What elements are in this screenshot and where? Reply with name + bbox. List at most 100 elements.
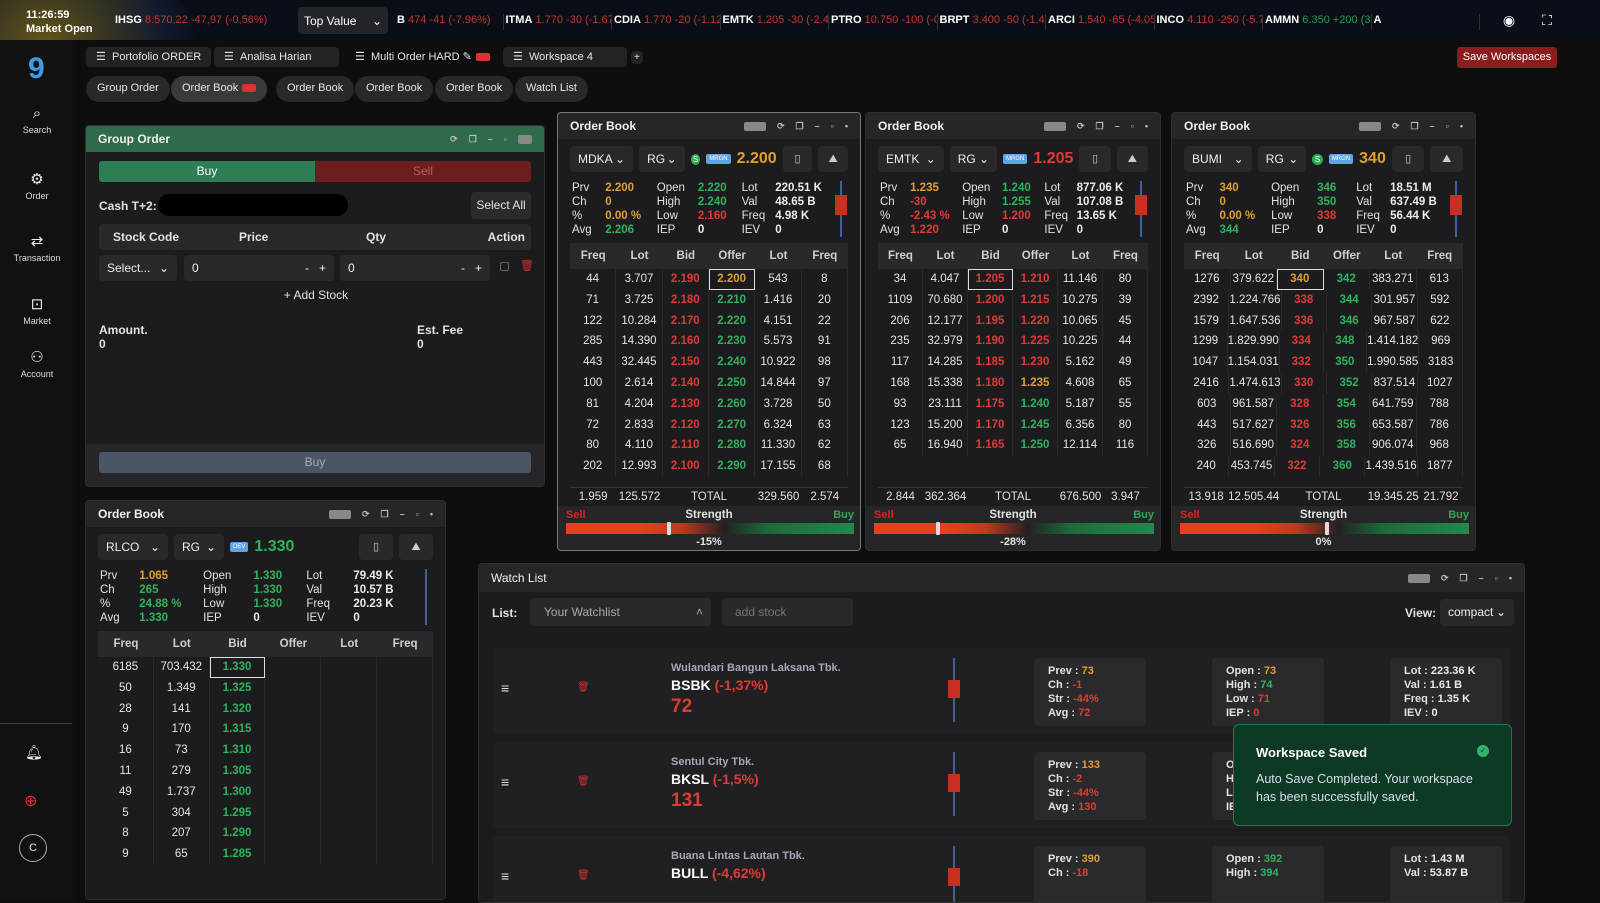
offer-price[interactable]: [265, 823, 322, 845]
ticker-item[interactable]: ITMA 1.770 -30 (-1.67%: [506, 14, 612, 30]
document-icon[interactable]: ▯: [359, 534, 393, 560]
bid-price[interactable]: 2.170: [663, 310, 709, 332]
bid-price[interactable]: 1.190: [968, 331, 1013, 353]
minimize-icon[interactable]: –: [1479, 573, 1484, 583]
drag-handle-icon[interactable]: ≡: [501, 774, 509, 790]
bid-price[interactable]: 2.100: [663, 456, 709, 477]
table-row[interactable]: 285 14.390 2.160 2.230 5.573 91: [570, 331, 848, 353]
bid-price[interactable]: 1.185: [968, 352, 1013, 373]
offer-price[interactable]: 344: [1327, 289, 1373, 311]
link-icon[interactable]: [1359, 121, 1381, 131]
offer-price[interactable]: 1.225: [1013, 331, 1058, 353]
add-stock-input[interactable]: [722, 598, 853, 626]
close-icon[interactable]: •: [1145, 121, 1148, 131]
bid-price[interactable]: 332: [1280, 352, 1324, 373]
table-row[interactable]: 122 10.284 2.170 2.220 4.151 22: [570, 310, 848, 332]
table-row[interactable]: 28 141 1.320: [98, 698, 433, 720]
bid-price[interactable]: 338: [1282, 289, 1327, 311]
board-select[interactable]: RG ⌄: [1257, 146, 1307, 172]
bid-price[interactable]: 326: [1277, 414, 1324, 436]
sell-tab[interactable]: Sell: [315, 161, 531, 182]
ticker-item[interactable]: INCO 4.110 -250 (-5.73: [1157, 14, 1263, 30]
workspace-tab-1[interactable]: ☰ Portofolio ORDER: [86, 47, 211, 67]
maximize-icon[interactable]: ▫: [1495, 573, 1498, 583]
watchlist-item[interactable]: ≡ 🗑︎ Buana Lintas Lautan Tbk. BULL (-4,62…: [493, 836, 1510, 902]
add-stock-button[interactable]: + Add Stock: [86, 288, 544, 302]
panel-header[interactable]: Order Book ⟳ ❐ – ▫ •: [1172, 113, 1475, 139]
bid-price[interactable]: 340: [1277, 269, 1324, 290]
link-icon[interactable]: [1408, 573, 1430, 583]
buy-tab[interactable]: Buy: [99, 161, 315, 182]
bid-price[interactable]: 2.160: [663, 331, 709, 353]
offer-price[interactable]: 1.210: [1013, 269, 1058, 290]
table-row[interactable]: 206 12.177 1.195 1.220 10.065 45: [878, 310, 1148, 332]
table-row[interactable]: 202 12.993 2.100 2.290 17.155 68: [570, 456, 848, 477]
table-row[interactable]: 34 4.047 1.205 1.210 11.146 80: [878, 269, 1148, 290]
ticker-item[interactable]: BRPT 3.400 -50 (-1.45%: [940, 14, 1046, 30]
table-row[interactable]: 326 516.690 324 358 906.074 968: [1184, 435, 1463, 457]
table-row[interactable]: 123 15.200 1.170 1.245 6.356 80: [878, 414, 1148, 436]
popout-icon[interactable]: ❐: [469, 134, 477, 145]
table-row[interactable]: 44 3.707 2.190 2.200 543 8: [570, 269, 848, 290]
stock-code-select[interactable]: Select... ⌄: [99, 255, 177, 281]
widget-tab[interactable]: Watch List: [515, 76, 588, 102]
offer-price[interactable]: [265, 844, 322, 865]
offer-price[interactable]: 2.240: [709, 352, 756, 373]
popout-icon[interactable]: ❐: [796, 121, 804, 132]
bid-price[interactable]: 2.120: [663, 414, 709, 436]
table-row[interactable]: 1299 1.829.990 334 348 1.414.182 969: [1184, 331, 1463, 353]
close-tab-icon[interactable]: [475, 53, 490, 62]
sidebar-item-search[interactable]: ⌕ Search: [0, 105, 74, 135]
ticker-item[interactable]: ARCI 1.540 -65 (-4.05%: [1048, 14, 1155, 30]
table-row[interactable]: 9 170 1.315: [98, 719, 433, 741]
bid-price[interactable]: 1.290: [210, 823, 266, 845]
offer-price[interactable]: [265, 781, 322, 803]
offer-price[interactable]: 1.230: [1013, 352, 1058, 373]
watchlist-item[interactable]: ≡ 🗑︎ Wulandari Bangun Laksana Tbk. BSBK (…: [493, 648, 1510, 734]
offer-price[interactable]: 346: [1327, 310, 1373, 332]
offer-price[interactable]: 360: [1320, 456, 1366, 477]
offer-price[interactable]: 2.260: [709, 393, 756, 415]
bid-price[interactable]: 1.310: [210, 740, 266, 761]
workspace-tab-4[interactable]: ☰ Workspace 4: [503, 47, 627, 67]
table-row[interactable]: 168 15.338 1.180 1.235 4.608 65: [878, 372, 1148, 394]
offer-price[interactable]: [265, 677, 322, 699]
table-row[interactable]: 49 1.737 1.300: [98, 781, 433, 803]
bid-price[interactable]: 1.295: [210, 802, 266, 824]
add-workspace-button[interactable]: +: [631, 51, 643, 64]
offer-price[interactable]: 2.280: [709, 435, 756, 457]
table-row[interactable]: 117 14.285 1.185 1.230 5.162 49: [878, 352, 1148, 373]
bid-price[interactable]: 1.320: [210, 698, 266, 720]
stock-code-select[interactable]: EMTK ⌄: [878, 146, 944, 172]
sidebar-item-account[interactable]: ⚇ Account: [0, 348, 74, 379]
ticker-item[interactable]: B 474 -41 (-7.96%): [397, 14, 504, 30]
bid-price[interactable]: 2.140: [663, 372, 709, 394]
bid-price[interactable]: 334: [1280, 331, 1324, 353]
table-row[interactable]: 11 279 1.305: [98, 760, 433, 782]
bid-price[interactable]: 2.150: [663, 352, 709, 373]
bid-price[interactable]: 1.170: [968, 414, 1013, 436]
offer-price[interactable]: 1.250: [1013, 435, 1058, 457]
chart-icon[interactable]: ⛰: [1116, 146, 1148, 172]
widget-tab[interactable]: Group Order: [86, 76, 170, 102]
ticker-item[interactable]: A: [1374, 14, 1480, 30]
refresh-icon[interactable]: ⟳: [1077, 121, 1085, 132]
offer-price[interactable]: 2.270: [709, 414, 756, 436]
maximize-icon[interactable]: ▫: [1446, 121, 1449, 131]
chart-icon[interactable]: ⛰: [1430, 146, 1463, 172]
bid-price[interactable]: 1.175: [968, 393, 1013, 415]
trash-icon[interactable]: 🗑︎: [577, 776, 590, 787]
popout-icon[interactable]: ❐: [1096, 121, 1104, 132]
offer-price[interactable]: 2.200: [708, 269, 756, 290]
offer-price[interactable]: 354: [1324, 393, 1370, 415]
close-icon[interactable]: [518, 134, 532, 144]
widget-tab[interactable]: Order Book: [355, 76, 434, 102]
bid-price[interactable]: 1.285: [210, 844, 266, 865]
bid-price[interactable]: 2.130: [663, 393, 709, 415]
refresh-icon[interactable]: ⟳: [450, 134, 458, 145]
table-row[interactable]: 100 2.614 2.140 2.250 14.844 97: [570, 372, 848, 394]
watchlist-select[interactable]: Your Watchlist ˄: [530, 598, 711, 626]
row-checkbox[interactable]: [500, 262, 509, 271]
minimize-icon[interactable]: –: [815, 121, 820, 131]
offer-price[interactable]: 358: [1324, 435, 1370, 457]
